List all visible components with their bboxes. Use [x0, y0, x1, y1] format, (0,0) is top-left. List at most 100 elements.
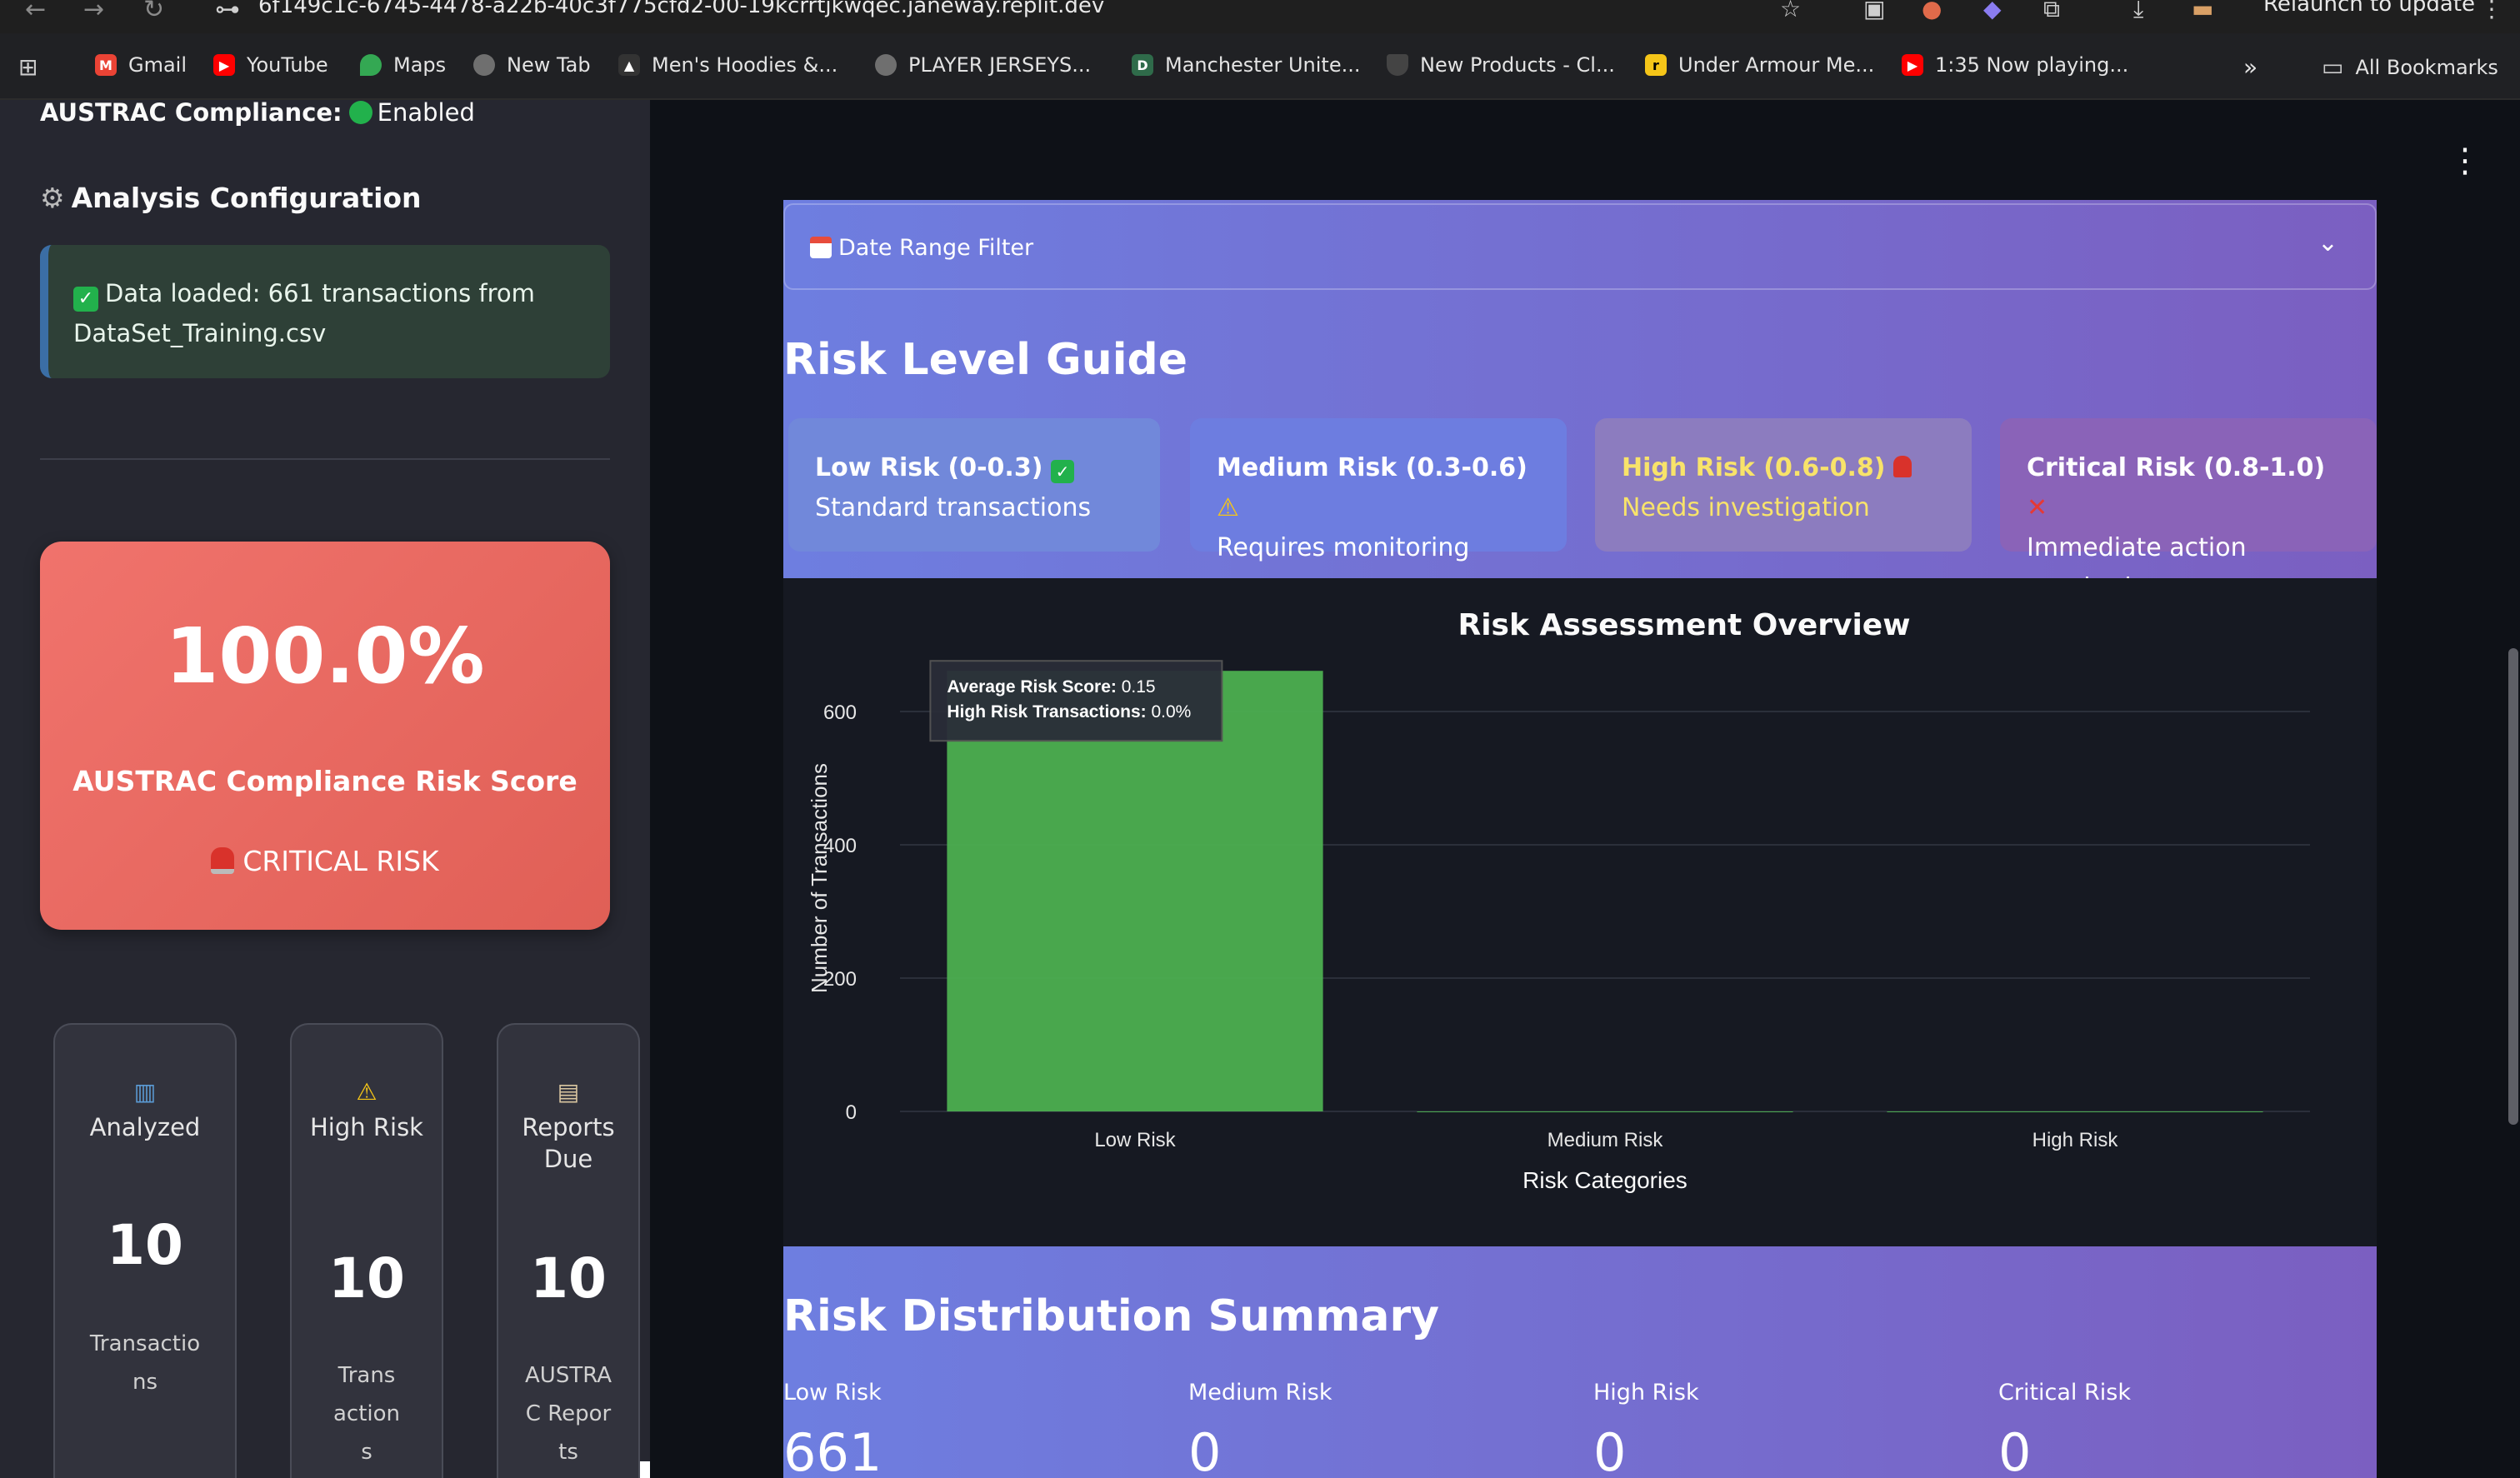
bookmark-new-products[interactable]: New Products - Cl... [1387, 53, 1615, 77]
metric-sub: AUSTRAC Reports [525, 1363, 612, 1465]
metric-sub: Transactions [89, 1331, 201, 1395]
metric-label: Analyzed [89, 1113, 201, 1141]
check-icon: ✓ [1050, 460, 1074, 483]
reload-icon[interactable]: ↻ [143, 0, 164, 24]
y-tick-label: 0 [846, 1101, 857, 1124]
bookmark-label: 1:35 Now playing... [1935, 53, 2129, 77]
success-alert: ✓ Data loaded: 661 transactions from Data… [40, 245, 610, 378]
gmail-icon: M [95, 54, 117, 76]
metric-card-high-risk: ⚠ High Risk 10 Transactions [290, 1023, 443, 1478]
level-card-medium: Medium Risk (0.3-0.6) ⚠ Requires monitor… [1190, 418, 1567, 562]
main-menu-icon[interactable]: ⋮ [2448, 142, 2482, 180]
metric-value: 10 [107, 1213, 183, 1277]
globe-icon [473, 54, 495, 76]
calendar-icon [810, 237, 832, 258]
d-icon: D [1132, 54, 1153, 76]
url-text[interactable]: 6f149c1c-6745-4478-a22b-40c3f775cfd2-00-… [258, 0, 1104, 18]
metric-sub: Transactions [332, 1363, 401, 1465]
bookmark-youtube[interactable]: ▶ YouTube [213, 53, 328, 77]
sidebar: AUSTRAC Compliance: Enabled ⚙ Analysis Con… [0, 98, 650, 1478]
distribution-label: Medium Risk [1188, 1380, 1332, 1406]
distribution-item-medium: Medium Risk 0 [1188, 1380, 1332, 1478]
r-icon: r [1645, 54, 1667, 76]
level-desc: Requires monitoring [1217, 533, 1470, 562]
bookmark-gmail[interactable]: M Gmail [95, 53, 187, 77]
bookmark-label: PLAYER JERSEYS... [908, 53, 1092, 77]
date-filter-text: Date Range Filter [838, 235, 1034, 261]
distribution-value: 0 [1593, 1422, 1627, 1478]
bookmark-mens-hoodies[interactable]: ▲ Men's Hoodies &... [618, 53, 838, 77]
distribution-item-high: High Risk 0 [1593, 1380, 1699, 1478]
green-circle-icon [348, 101, 372, 124]
distribution-title: Risk Distribution Summary [783, 1291, 1440, 1341]
site-info-icon[interactable]: ⊶ [215, 0, 240, 24]
extension-icon[interactable]: ● [1922, 0, 1942, 22]
bookmark-label: Men's Hoodies &... [652, 53, 838, 77]
level-desc: Needs investigation [1622, 493, 1870, 522]
forward-arrow-icon[interactable]: → [83, 0, 104, 24]
download-icon[interactable]: ⤓ [2133, 0, 2143, 23]
bookmark-label: Manchester Unite... [1165, 53, 1361, 77]
star-bookmark-icon[interactable]: ☆ [1780, 0, 1801, 22]
profile-avatar-icon[interactable]: ▬ [2192, 0, 2213, 22]
bookmark-player-jerseys[interactable]: PLAYER JERSEYS... [875, 53, 1091, 77]
globe-icon [875, 54, 897, 76]
brand-icon: ▲ [618, 54, 640, 76]
distribution-value: 0 [1998, 1422, 2032, 1478]
bar [1417, 1111, 1793, 1112]
bookmark-new-tab[interactable]: New Tab [473, 53, 591, 77]
extension-icon[interactable]: ◆ [1983, 0, 2002, 22]
bookmark-now-playing[interactable]: ▶ 1:35 Now playing... [1902, 53, 2128, 77]
level-name: High Risk (0.6-0.8) [1622, 453, 1886, 482]
level-card-low: Low Risk (0-0.3) ✓ Standard transactions [788, 418, 1160, 552]
main-scrollbar[interactable] [2508, 648, 2518, 1125]
extensions-puzzle-icon[interactable]: ⧉ [2043, 0, 2060, 23]
clipboard-icon: ▤ [557, 1078, 580, 1106]
bookmark-maps[interactable]: Maps [360, 53, 446, 77]
x-tick-label: Medium Risk [1548, 1129, 1664, 1151]
metric-label: Reports Due [522, 1113, 615, 1173]
success-message: Data loaded: 661 transactions from DataS… [73, 279, 535, 347]
check-icon: ✓ [73, 287, 98, 312]
bookmark-under-armour[interactable]: r Under Armour Me... [1645, 53, 1874, 77]
siren-icon [1893, 456, 1912, 477]
bookmark-label: Under Armour Me... [1678, 53, 1875, 77]
bookmark-label: Maps [393, 53, 447, 77]
tooltip-box [929, 660, 1223, 742]
compliance-status: AUSTRAC Compliance: Enabled [40, 98, 475, 127]
risk-score-card: 100.0% AUSTRAC Compliance Risk Score CRI… [40, 542, 610, 930]
level-name: Medium Risk (0.3-0.6) [1217, 453, 1528, 482]
youtube-icon: ▶ [213, 54, 235, 76]
warning-icon: ⚠ [1217, 493, 1239, 522]
relaunch-button[interactable]: Relaunch to update [2263, 0, 2475, 17]
bookmark-label: All Bookmarks [2355, 55, 2498, 79]
siren-icon [211, 847, 235, 874]
more-bookmarks-button[interactable]: » [2243, 53, 2258, 81]
level-card-high: High Risk (0.6-0.8) Needs investigation [1595, 418, 1972, 552]
chevron-down-icon[interactable]: ⌄ [2318, 228, 2338, 257]
folder-icon: ▭ [2322, 53, 2344, 81]
distribution-label: Low Risk [783, 1380, 882, 1406]
risk-assessment-chart: Risk Assessment Overview 0 200 400 600 Low R… [783, 578, 2377, 1246]
apps-grid-icon[interactable]: ⊞ [18, 53, 38, 81]
bookmark-manchester-united[interactable]: D Manchester Unite... [1132, 53, 1360, 77]
metric-value: 10 [328, 1246, 405, 1311]
date-range-filter-expander[interactable]: Date Range Filter ⌄ [783, 203, 2377, 290]
browser-menu-icon[interactable]: ⋮ [2480, 0, 2503, 22]
distribution-item-critical: Critical Risk 0 [1998, 1380, 2131, 1478]
youtube-icon: ▶ [1902, 54, 1923, 76]
distribution-label: High Risk [1593, 1380, 1699, 1406]
level-name: Low Risk (0-0.3) [815, 453, 1043, 482]
sidebar-scrollbar[interactable] [640, 1461, 650, 1478]
browser-address-bar: ← → ↻ ⊶ 6f149c1c-6745-4478-a22b-40c3f775… [0, 0, 2520, 33]
distribution-value: 0 [1188, 1422, 1222, 1478]
bookmark-label: Gmail [128, 53, 188, 77]
divider [40, 458, 610, 460]
all-bookmarks-button[interactable]: ▭ All Bookmarks [2322, 53, 2498, 81]
metric-card-analyzed: ▥ Analyzed 10 Transactions [53, 1023, 237, 1478]
maps-pin-icon [360, 54, 382, 76]
warning-icon: ⚠ [356, 1078, 378, 1106]
bookmark-label: New Products - Cl... [1420, 53, 1615, 77]
back-arrow-icon[interactable]: ← [25, 0, 46, 24]
extension-icon[interactable]: ▣ [1863, 0, 1885, 22]
